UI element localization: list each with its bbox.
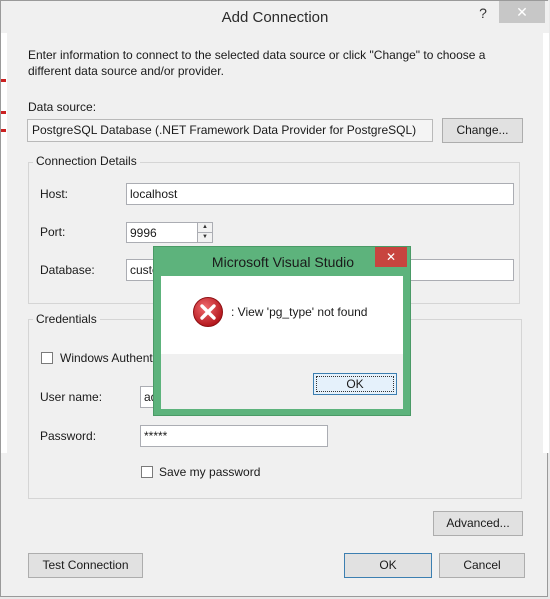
intro-instructions: Enter information to connect to the sele… bbox=[28, 48, 486, 78]
port-label: Port: bbox=[40, 225, 66, 239]
save-password-checkbox[interactable] bbox=[141, 466, 153, 478]
background-mark bbox=[1, 129, 6, 132]
host-label: Host: bbox=[40, 187, 69, 201]
close-icon: ✕ bbox=[516, 4, 528, 20]
change-button[interactable]: Change... bbox=[442, 118, 523, 143]
username-label: User name: bbox=[40, 390, 103, 404]
spin-down-icon[interactable]: ▼ bbox=[198, 233, 212, 242]
windows-auth-label: Windows Authent bbox=[60, 351, 153, 365]
message-box-title: Microsoft Visual Studio bbox=[211, 254, 355, 270]
windows-auth-checkbox[interactable] bbox=[41, 352, 53, 364]
background-window-edge-right bbox=[543, 33, 549, 453]
error-icon bbox=[193, 297, 223, 327]
data-source-label: Data source: bbox=[28, 100, 97, 114]
password-label: Password: bbox=[40, 429, 97, 443]
message-box-close-button[interactable]: ✕ bbox=[375, 247, 407, 267]
focus-rectangle bbox=[316, 376, 394, 392]
message-box-ok-button[interactable]: OK bbox=[313, 373, 397, 395]
close-icon: ✕ bbox=[385, 250, 397, 264]
advanced-button[interactable]: Advanced... bbox=[433, 511, 523, 536]
background-window-edge-left bbox=[1, 33, 7, 453]
background-mark bbox=[1, 79, 6, 82]
message-box-body: : View 'pg_type' not found bbox=[161, 276, 403, 354]
dialog-title: Add Connection bbox=[221, 9, 329, 26]
spin-up-icon[interactable]: ▲ bbox=[198, 223, 212, 233]
save-password-label: Save my password bbox=[159, 465, 261, 479]
host-input[interactable]: localhost bbox=[126, 183, 514, 205]
error-message-box: Microsoft Visual Studio ✕ : View 'pg_typ… bbox=[153, 246, 411, 416]
error-message-text: : View 'pg_type' not found bbox=[231, 305, 368, 319]
port-spinner[interactable]: ▲ ▼ bbox=[197, 222, 213, 243]
data-source-field: PostgreSQL Database (.NET Framework Data… bbox=[27, 119, 433, 142]
message-box-footer: OK bbox=[161, 354, 403, 409]
test-connection-button[interactable]: Test Connection bbox=[28, 553, 143, 578]
credentials-title: Credentials bbox=[33, 312, 100, 326]
port-input[interactable]: 9996 bbox=[126, 222, 198, 243]
ok-button[interactable]: OK bbox=[344, 553, 432, 578]
database-label: Database: bbox=[40, 263, 95, 277]
background-mark bbox=[1, 111, 6, 114]
close-button[interactable]: ✕ bbox=[499, 1, 545, 23]
help-button[interactable]: ? bbox=[469, 3, 497, 23]
title-bar: Add Connection ? ✕ bbox=[1, 1, 549, 33]
connection-details-title: Connection Details bbox=[33, 154, 140, 168]
cancel-button[interactable]: Cancel bbox=[439, 553, 525, 578]
password-input[interactable]: ***** bbox=[140, 425, 328, 447]
